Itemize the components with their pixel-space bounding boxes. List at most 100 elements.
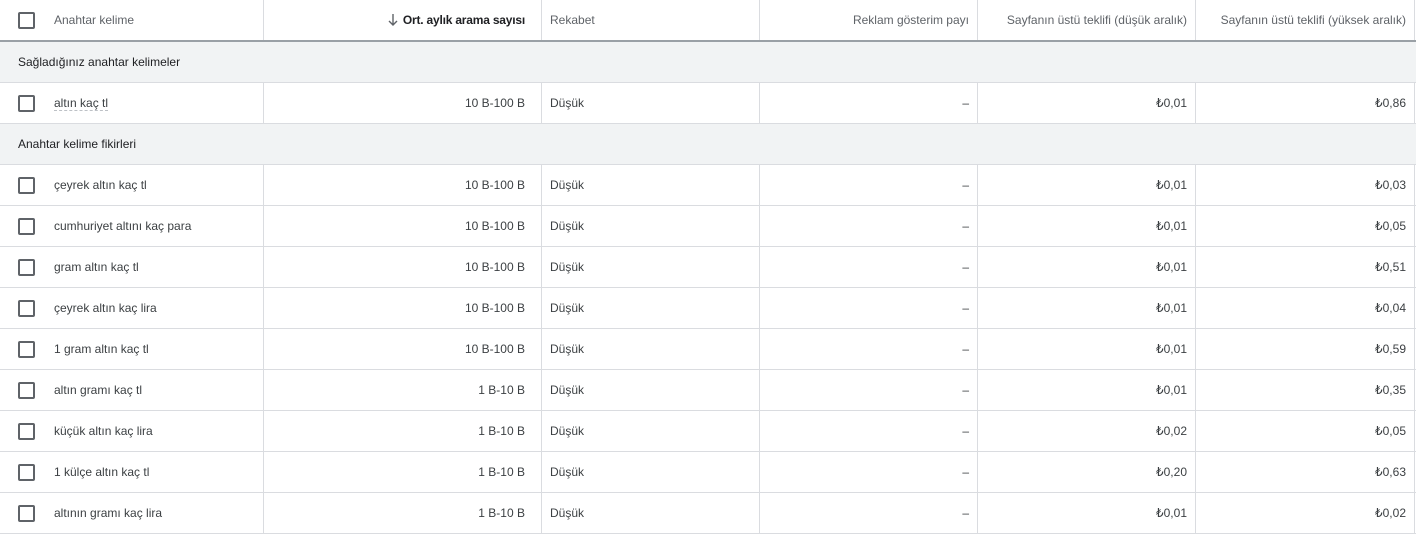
column-header-keyword-label: Anahtar kelime: [54, 13, 135, 27]
top-bid-high-cell: ₺0,51: [1196, 247, 1415, 287]
row-checkbox-cell: [0, 493, 46, 533]
keyword-cell: 1 gram altın kaç tl: [46, 329, 264, 369]
top-bid-low-cell: ₺0,20: [978, 452, 1196, 492]
keyword-cell: altın gramı kaç tl: [46, 370, 264, 410]
row-checkbox[interactable]: [18, 94, 35, 112]
provided-rows: altın kaç tl 10 B-100 B Düşük – ₺0,01 ₺0,86: [0, 83, 1416, 124]
competition-cell: Düşük: [542, 288, 760, 328]
table-header: Anahtar kelime Ort. aylık arama sayısı R…: [0, 0, 1416, 42]
column-header-top-bid-low[interactable]: Sayfanın üstü teklifi (düşük aralık): [978, 0, 1196, 40]
row-checkbox-cell: [0, 329, 46, 369]
column-header-impression-share-label: Reklam gösterim payı: [852, 13, 969, 27]
competition-cell: Düşük: [542, 165, 760, 205]
top-bid-high-cell: ₺0,35: [1196, 370, 1415, 410]
competition-cell: Düşük: [542, 247, 760, 287]
row-checkbox[interactable]: [18, 176, 35, 194]
top-bid-low-cell: ₺0,01: [978, 206, 1196, 246]
table-row: 1 gram altın kaç tl 10 B-100 B Düşük – ₺0,01…: [0, 329, 1416, 370]
keyword-text[interactable]: gram altın kaç tl: [54, 260, 139, 274]
row-checkbox-cell: [0, 452, 46, 492]
top-bid-high-cell: ₺0,59: [1196, 329, 1415, 369]
keyword-text[interactable]: küçük altın kaç lira: [54, 424, 153, 438]
arrow-down-icon: [388, 14, 398, 26]
row-checkbox[interactable]: [18, 217, 35, 235]
row-checkbox[interactable]: [18, 340, 35, 358]
table-row: altın kaç tl 10 B-100 B Düşük – ₺0,01 ₺0,86: [0, 83, 1416, 124]
top-bid-high-cell: ₺0,05: [1196, 411, 1415, 451]
row-checkbox[interactable]: [18, 299, 35, 317]
table-row: küçük altın kaç lira 1 B-10 B Düşük – ₺0,02 ₺…: [0, 411, 1416, 452]
avg-monthly-cell: 10 B-100 B: [264, 83, 542, 123]
row-checkbox-cell: [0, 247, 46, 287]
section-title-ideas: Anahtar kelime fikirleri: [18, 137, 137, 151]
top-bid-low-cell: ₺0,02: [978, 411, 1196, 451]
impression-share-cell: –: [760, 165, 978, 205]
table-row: altın gramı kaç tl 1 B-10 B Düşük – ₺0,01 ₺0,…: [0, 370, 1416, 411]
impression-share-cell: –: [760, 452, 978, 492]
select-all-checkbox[interactable]: [18, 11, 35, 29]
section-header-provided: Sağladığınız anahtar kelimeler: [0, 42, 1416, 83]
section-header-ideas: Anahtar kelime fikirleri: [0, 124, 1416, 165]
top-bid-high-cell: ₺0,05: [1196, 206, 1415, 246]
column-header-avg-monthly-label: Ort. aylık arama sayısı: [402, 13, 525, 27]
keyword-cell: çeyrek altın kaç tl: [46, 165, 264, 205]
keyword-text[interactable]: 1 külçe altın kaç tl: [54, 465, 149, 479]
table-row: çeyrek altın kaç tl 10 B-100 B Düşük – ₺0,01…: [0, 165, 1416, 206]
keyword-text[interactable]: cumhuriyet altını kaç para: [54, 219, 191, 233]
table-row: gram altın kaç tl 10 B-100 B Düşük – ₺0,01 ₺0…: [0, 247, 1416, 288]
column-header-avg-monthly[interactable]: Ort. aylık arama sayısı: [264, 0, 542, 40]
row-checkbox-cell: [0, 206, 46, 246]
avg-monthly-cell: 10 B-100 B: [264, 288, 542, 328]
table-row: altının gramı kaç lira 1 B-10 B Düşük – ₺0,0…: [0, 493, 1416, 534]
idea-rows: çeyrek altın kaç tl 10 B-100 B Düşük – ₺0,01…: [0, 165, 1416, 534]
avg-monthly-cell: 1 B-10 B: [264, 370, 542, 410]
impression-share-cell: –: [760, 370, 978, 410]
competition-cell: Düşük: [542, 83, 760, 123]
keyword-text[interactable]: çeyrek altın kaç tl: [54, 178, 147, 192]
keyword-cell: 1 külçe altın kaç tl: [46, 452, 264, 492]
row-checkbox[interactable]: [18, 258, 35, 276]
keyword-text[interactable]: 1 gram altın kaç tl: [54, 342, 149, 356]
row-checkbox[interactable]: [18, 381, 35, 399]
row-checkbox[interactable]: [18, 422, 35, 440]
avg-monthly-cell: 1 B-10 B: [264, 493, 542, 533]
impression-share-cell: –: [760, 83, 978, 123]
top-bid-high-cell: ₺0,63: [1196, 452, 1415, 492]
avg-monthly-cell: 10 B-100 B: [264, 206, 542, 246]
top-bid-high-cell: ₺0,86: [1196, 83, 1415, 123]
section-title-provided: Sağladığınız anahtar kelimeler: [18, 55, 181, 69]
keyword-cell: çeyrek altın kaç lira: [46, 288, 264, 328]
column-header-top-bid-high[interactable]: Sayfanın üstü teklifi (yüksek aralık): [1196, 0, 1415, 40]
row-checkbox-cell: [0, 288, 46, 328]
top-bid-low-cell: ₺0,01: [978, 493, 1196, 533]
row-checkbox[interactable]: [18, 504, 35, 522]
keyword-ideas-table: Anahtar kelime Ort. aylık arama sayısı R…: [0, 0, 1416, 534]
competition-cell: Düşük: [542, 370, 760, 410]
row-checkbox-cell: [0, 83, 46, 123]
impression-share-cell: –: [760, 288, 978, 328]
column-header-top-bid-high-label: Sayfanın üstü teklifi (yüksek aralık): [1220, 13, 1406, 27]
column-header-competition[interactable]: Rekabet: [542, 0, 760, 40]
column-header-impression-share[interactable]: Reklam gösterim payı: [760, 0, 978, 40]
header-checkbox-cell: [0, 0, 46, 40]
keyword-text[interactable]: altın gramı kaç tl: [54, 383, 142, 397]
competition-cell: Düşük: [542, 493, 760, 533]
top-bid-low-cell: ₺0,01: [978, 165, 1196, 205]
keyword-text[interactable]: çeyrek altın kaç lira: [54, 301, 157, 315]
top-bid-high-cell: ₺0,02: [1196, 493, 1415, 533]
top-bid-low-cell: ₺0,01: [978, 370, 1196, 410]
table-row: 1 külçe altın kaç tl 1 B-10 B Düşük – ₺0,20 ₺…: [0, 452, 1416, 493]
competition-cell: Düşük: [542, 206, 760, 246]
row-checkbox-cell: [0, 370, 46, 410]
avg-monthly-cell: 10 B-100 B: [264, 165, 542, 205]
keyword-text[interactable]: altının gramı kaç lira: [54, 506, 162, 520]
avg-monthly-cell: 10 B-100 B: [264, 329, 542, 369]
keyword-cell: küçük altın kaç lira: [46, 411, 264, 451]
keyword-text[interactable]: altın kaç tl: [54, 96, 109, 111]
top-bid-low-cell: ₺0,01: [978, 247, 1196, 287]
competition-cell: Düşük: [542, 452, 760, 492]
avg-monthly-cell: 1 B-10 B: [264, 452, 542, 492]
row-checkbox[interactable]: [18, 463, 35, 481]
keyword-cell: gram altın kaç tl: [46, 247, 264, 287]
column-header-keyword[interactable]: Anahtar kelime: [46, 0, 264, 40]
